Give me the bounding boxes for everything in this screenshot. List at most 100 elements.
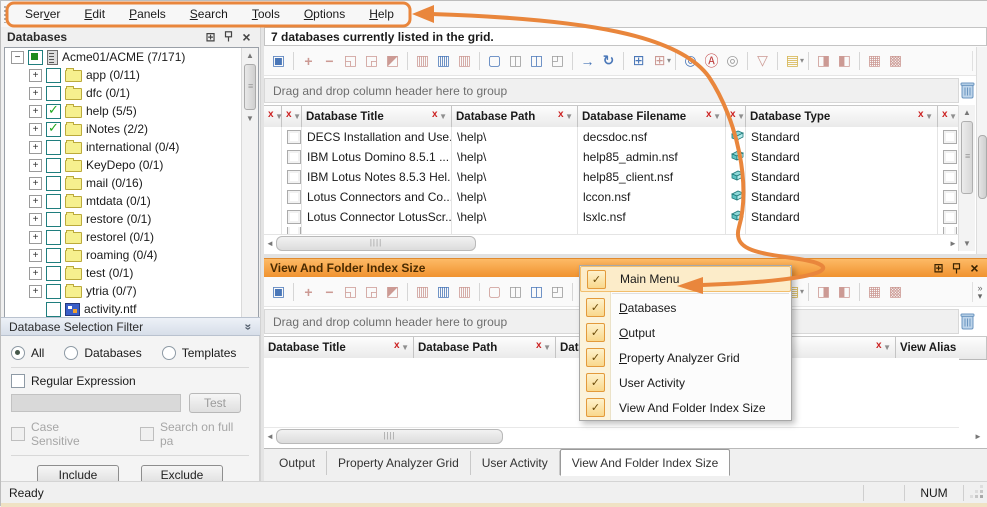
trash-icon[interactable] <box>960 312 975 333</box>
expand-icon[interactable] <box>29 195 42 208</box>
tree-item-folder[interactable]: KeyDepo (0/1) <box>5 156 258 174</box>
menu-item-property-analyzer-grid[interactable]: Property Analyzer Grid <box>580 345 791 370</box>
copy-append-icon[interactable] <box>526 282 547 302</box>
checklist-icon[interactable] <box>864 282 885 302</box>
scroll-up-icon[interactable]: ▲ <box>242 48 258 63</box>
menu-search[interactable]: Search <box>178 3 240 25</box>
menu-server[interactable]: Server <box>13 3 72 25</box>
scroll-up-icon[interactable]: ▲ <box>959 105 975 120</box>
filter-icon[interactable] <box>286 111 301 123</box>
expand-icon[interactable] <box>29 231 42 244</box>
demote-icon[interactable] <box>361 282 382 302</box>
collapse-icon[interactable] <box>11 51 24 64</box>
tree-checkbox[interactable] <box>46 230 61 245</box>
column-header-view-alias[interactable]: View Alias <box>896 337 987 359</box>
tree-item-folder[interactable]: app (0/11) <box>5 66 258 84</box>
maximize-panel-icon[interactable] <box>931 261 946 275</box>
tree-checkbox[interactable] <box>46 302 61 317</box>
checked-checkbox-icon[interactable] <box>587 270 606 289</box>
menu-edit[interactable]: Edit <box>72 3 117 25</box>
collapse-cards-icon[interactable] <box>834 51 855 71</box>
checked-checkbox-icon[interactable] <box>586 348 605 367</box>
tree-item-folder[interactable]: help (5/5) <box>5 102 258 120</box>
full-path-checkbox[interactable] <box>140 427 154 441</box>
row-checkbox[interactable] <box>943 170 957 184</box>
zoom-selection-icon[interactable] <box>680 51 701 71</box>
tree-item-folder[interactable]: iNotes (2/2) <box>5 120 258 138</box>
collapse-cards-icon[interactable] <box>834 282 855 302</box>
tree-checkbox[interactable] <box>46 248 61 263</box>
checklist-icon[interactable] <box>864 51 885 71</box>
checked-checkbox-icon[interactable] <box>586 373 605 392</box>
tab-property-analyzer-grid[interactable]: Property Analyzer Grid <box>327 451 471 475</box>
close-icon[interactable] <box>967 261 982 275</box>
expand-icon[interactable] <box>29 159 42 172</box>
expand-cards-icon[interactable] <box>813 282 834 302</box>
toolbar-grip-icon[interactable] <box>3 5 8 23</box>
tree-item-server[interactable]: Acme01/ACME (7/171) <box>5 48 258 66</box>
promote-icon[interactable] <box>340 282 361 302</box>
grid-horizontal-scrollbar[interactable]: ◄ ► <box>264 429 984 444</box>
row-checkbox[interactable] <box>287 170 301 184</box>
expand-icon[interactable] <box>29 213 42 226</box>
select-region-icon[interactable] <box>484 282 505 302</box>
promote-icon[interactable] <box>340 51 361 71</box>
scroll-down-icon[interactable]: ▼ <box>242 111 258 126</box>
dropdown-caret-icon[interactable]: ▾ <box>800 56 804 65</box>
export-grid-icon[interactable] <box>885 282 906 302</box>
resize-grip-icon[interactable] <box>970 485 986 501</box>
expand-icon[interactable] <box>29 267 42 280</box>
expand-icon[interactable] <box>29 105 42 118</box>
scroll-right-icon[interactable]: ► <box>972 432 984 441</box>
radio-templates[interactable] <box>162 346 176 360</box>
type-icon-column-header[interactable] <box>726 106 746 128</box>
menu-item-databases[interactable]: Databases <box>580 295 791 320</box>
row-checkbox[interactable] <box>287 210 301 224</box>
checked-checkbox-icon[interactable] <box>586 323 605 342</box>
scrollbar-thumb[interactable] <box>276 429 503 444</box>
row-checkbox[interactable] <box>943 130 957 144</box>
tree-item-folder[interactable]: restore (0/1) <box>5 210 258 228</box>
tree-item-database[interactable]: activity.ntf <box>5 300 258 318</box>
pin-icon[interactable] <box>949 261 964 275</box>
filter-icon[interactable] <box>558 111 573 123</box>
tree-item-folder[interactable]: ytria (0/7) <box>5 282 258 300</box>
scroll-left-icon[interactable]: ◄ <box>264 239 276 248</box>
checkbox-column-header[interactable] <box>938 106 960 128</box>
row-checkbox[interactable] <box>287 150 301 164</box>
outer-scrollbar[interactable] <box>976 47 987 254</box>
row-checkbox[interactable] <box>943 210 957 224</box>
filter-icon[interactable] <box>706 111 721 123</box>
filter-funnel-icon[interactable] <box>752 51 773 71</box>
column-header-database-filename[interactable]: Database Filename <box>578 106 726 128</box>
open-database-icon[interactable] <box>268 282 289 302</box>
paste-special-icon[interactable] <box>547 51 568 71</box>
tree-item-folder[interactable]: mail (0/16) <box>5 174 258 192</box>
row-checkbox[interactable] <box>287 190 301 204</box>
tab-output[interactable]: Output <box>268 451 327 475</box>
expand-icon[interactable] <box>29 123 42 136</box>
row-checkbox[interactable] <box>287 130 301 144</box>
tree-checkbox[interactable] <box>46 284 61 299</box>
highlight-column-icon[interactable] <box>433 51 454 71</box>
menu-help[interactable]: Help <box>357 3 406 25</box>
tree-checkbox[interactable] <box>46 266 61 281</box>
expand-icon[interactable] <box>29 141 42 154</box>
toolbar-overflow-icon[interactable] <box>972 282 987 302</box>
grid-vertical-scrollbar[interactable]: ▲ ▼ <box>958 105 975 251</box>
menu-options[interactable]: Options <box>292 3 357 25</box>
select-related-icon[interactable] <box>382 282 403 302</box>
dropdown-caret-icon[interactable]: ▾ <box>800 287 804 296</box>
expand-cards-icon[interactable] <box>813 51 834 71</box>
expand-icon[interactable] <box>29 177 42 190</box>
remove-icon[interactable] <box>319 51 340 71</box>
tree-checkbox[interactable] <box>46 140 61 155</box>
grid-layout-icon[interactable] <box>628 51 649 71</box>
expand-icon[interactable] <box>29 69 42 82</box>
filter-icon[interactable] <box>536 342 551 354</box>
column-header-database-type[interactable]: Database Type <box>746 106 938 128</box>
row-checkbox[interactable] <box>943 150 957 164</box>
tree-item-folder[interactable]: restorel (0/1) <box>5 228 258 246</box>
menu-item-output[interactable]: Output <box>580 320 791 345</box>
copy-icon[interactable] <box>505 282 526 302</box>
